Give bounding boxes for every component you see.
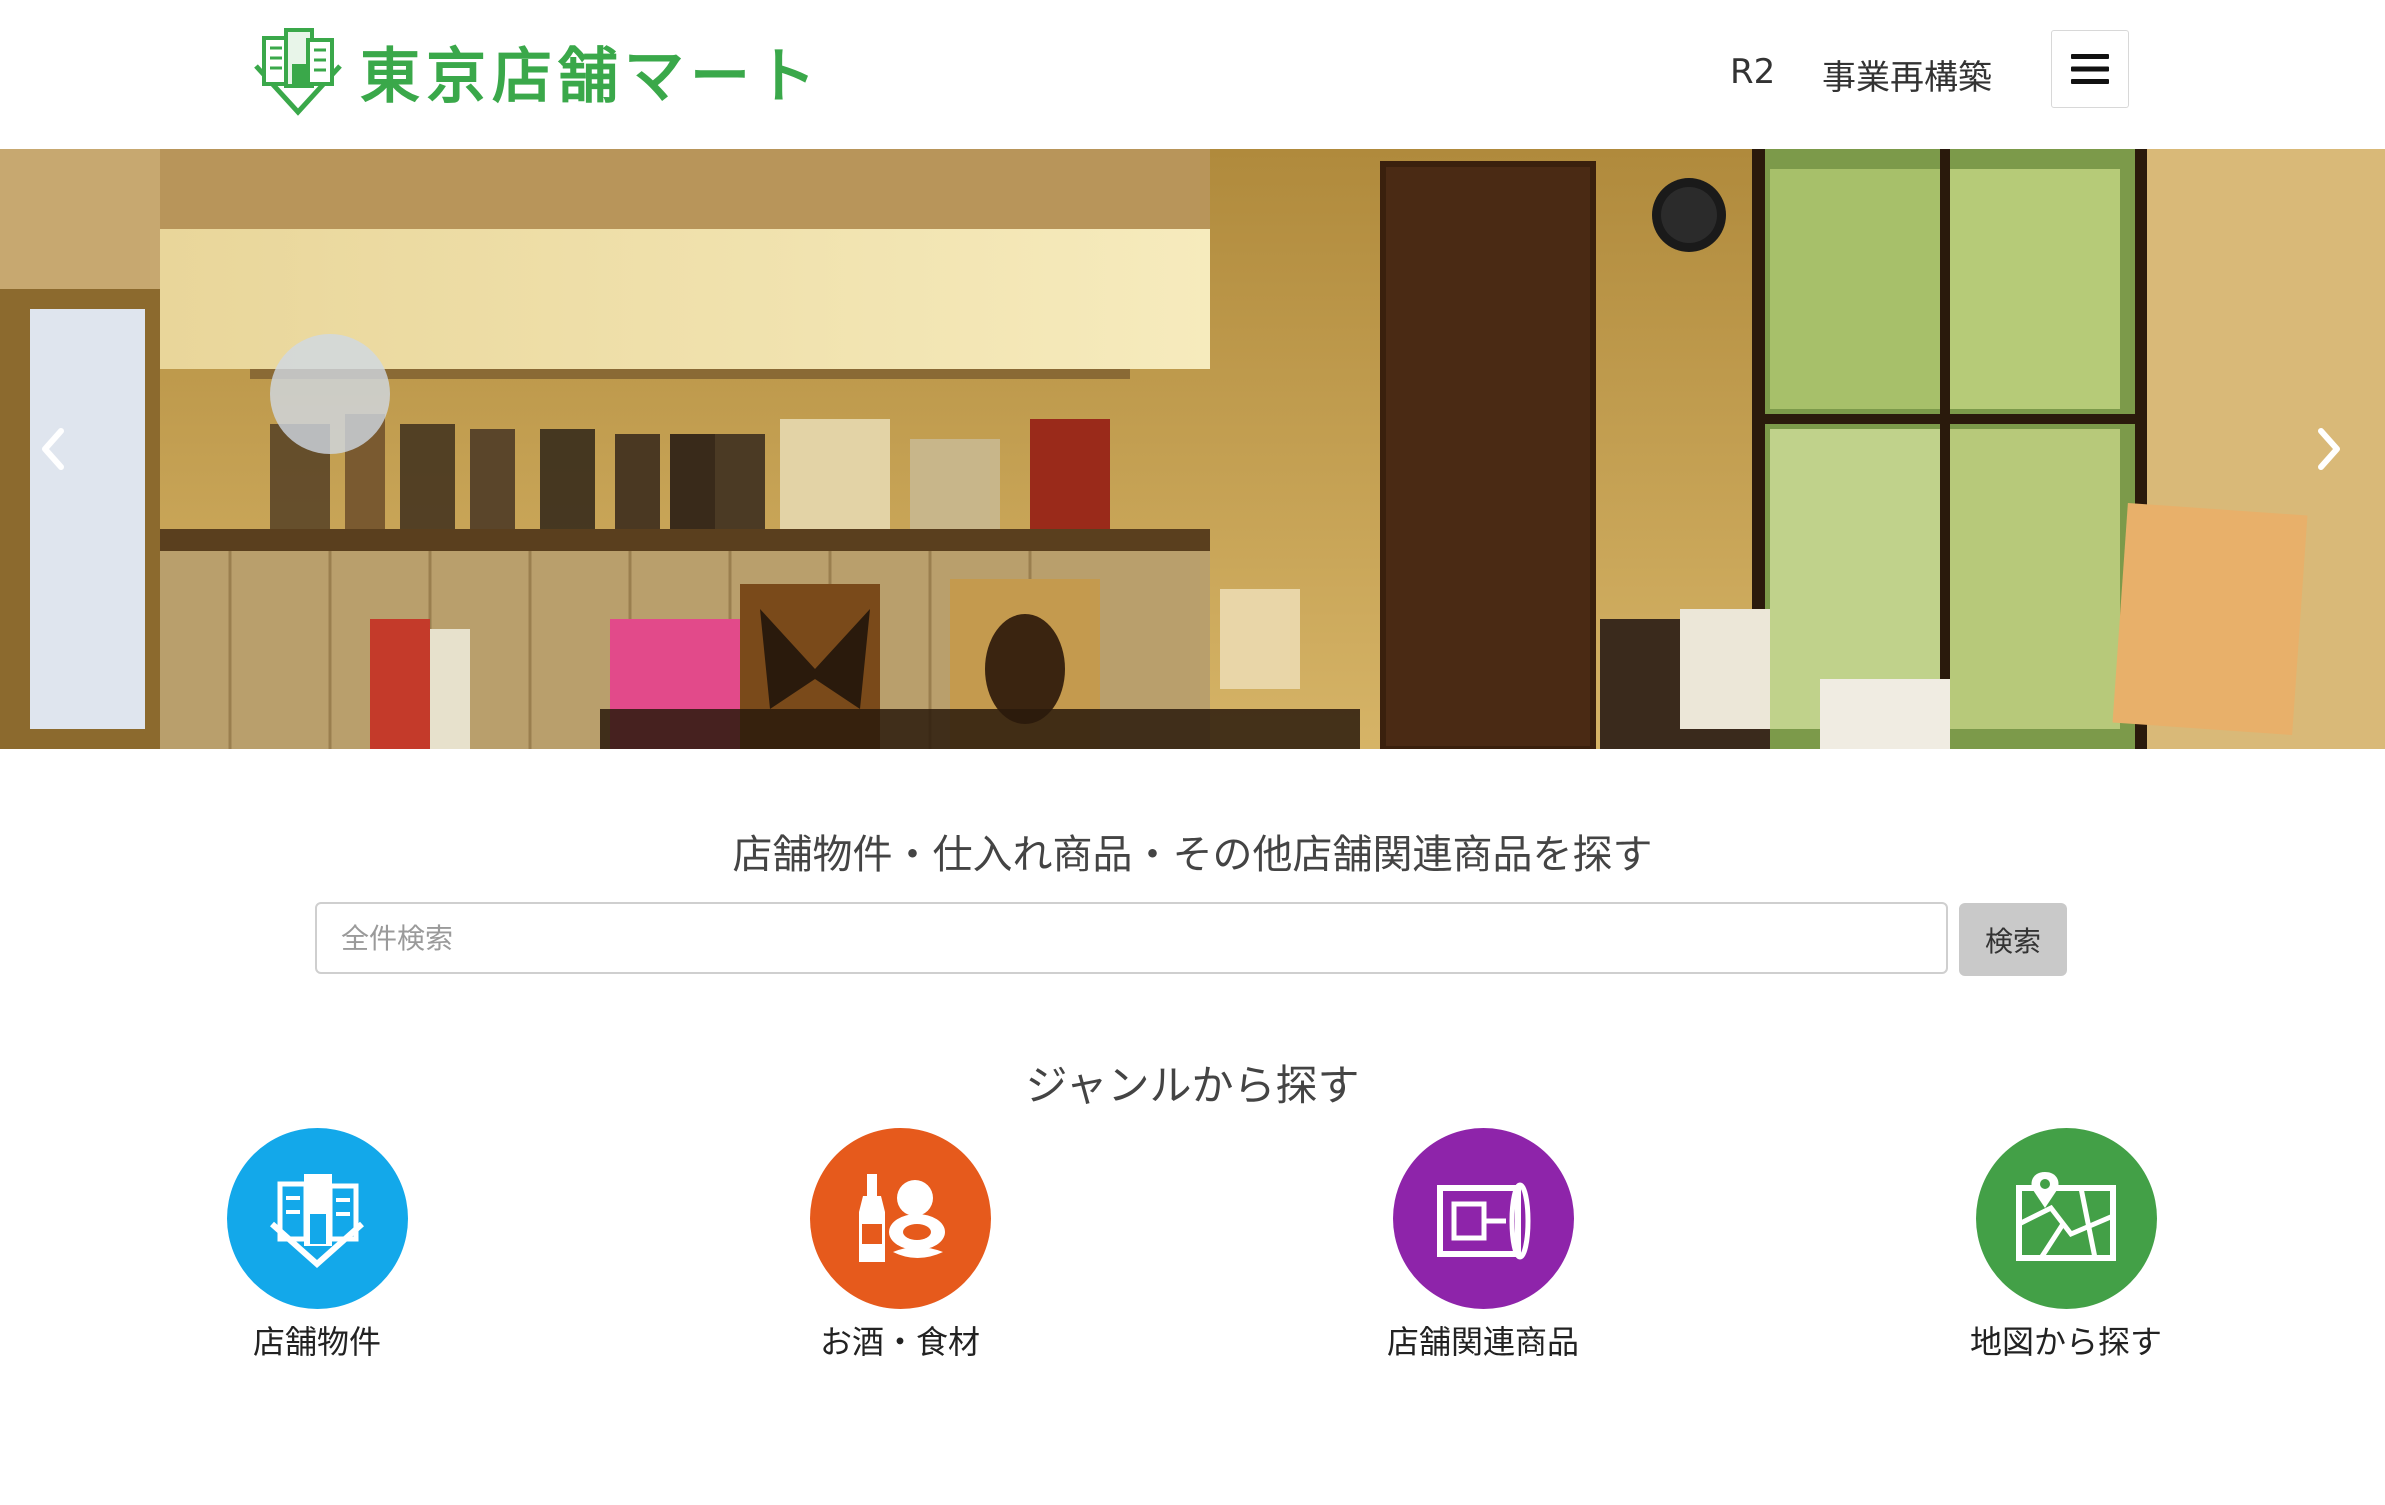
site-header: 東京店舗マート R2 事業再構築 bbox=[0, 0, 2385, 149]
genre-item-alcohol-food[interactable]: お酒・食材 bbox=[770, 1128, 1030, 1363]
hamburger-icon bbox=[2071, 54, 2109, 84]
floor-plan-icon bbox=[1437, 1182, 1531, 1259]
genre-circle bbox=[1392, 1128, 1574, 1309]
genre-item-store-goods[interactable]: 店舗関連商品 bbox=[1353, 1128, 1613, 1363]
chevron-right-icon bbox=[2318, 428, 2340, 470]
cafe-interior-photo bbox=[0, 149, 2385, 749]
nav-link-r2[interactable]: R2 bbox=[1730, 52, 1775, 92]
carousel-next-button[interactable] bbox=[2300, 416, 2360, 482]
genre-item-map-search[interactable]: 地図から探す bbox=[1936, 1128, 2196, 1363]
search-button[interactable]: 検索 bbox=[1959, 903, 2067, 976]
hero-carousel bbox=[0, 149, 2385, 749]
logo-buildings-icon bbox=[254, 28, 342, 116]
chevron-left-icon bbox=[42, 428, 64, 470]
nav-link-business-restructuring[interactable]: 事業再構築 bbox=[1822, 50, 1992, 99]
carousel-prev-button[interactable] bbox=[22, 416, 82, 482]
site-logo[interactable]: 東京店舗マート bbox=[250, 26, 822, 116]
search-input[interactable] bbox=[315, 902, 1948, 974]
genre-heading: ジャンルから探す bbox=[1025, 1061, 1360, 1110]
genre-label: 店舗関連商品 bbox=[1386, 1323, 1579, 1361]
map-icon bbox=[2016, 1171, 2116, 1261]
genre-label: 店舗物件 bbox=[252, 1323, 381, 1361]
buildings-icon bbox=[270, 1173, 364, 1268]
wine-food-icon bbox=[859, 1173, 945, 1262]
genre-label: お酒・食材 bbox=[819, 1323, 980, 1361]
genre-circle bbox=[1975, 1128, 2157, 1309]
genre-label: 地図から探す bbox=[1969, 1323, 2162, 1361]
menu-toggle-button[interactable] bbox=[2051, 30, 2129, 108]
search-heading: 店舗物件・仕入れ商品・その他店舗関連商品を探す bbox=[732, 832, 1653, 878]
genre-item-properties[interactable]: 店舗物件 bbox=[187, 1128, 447, 1363]
logo-text: 東京店舗マート bbox=[360, 41, 822, 112]
genre-circle bbox=[809, 1128, 991, 1309]
genre-circle bbox=[226, 1128, 408, 1309]
